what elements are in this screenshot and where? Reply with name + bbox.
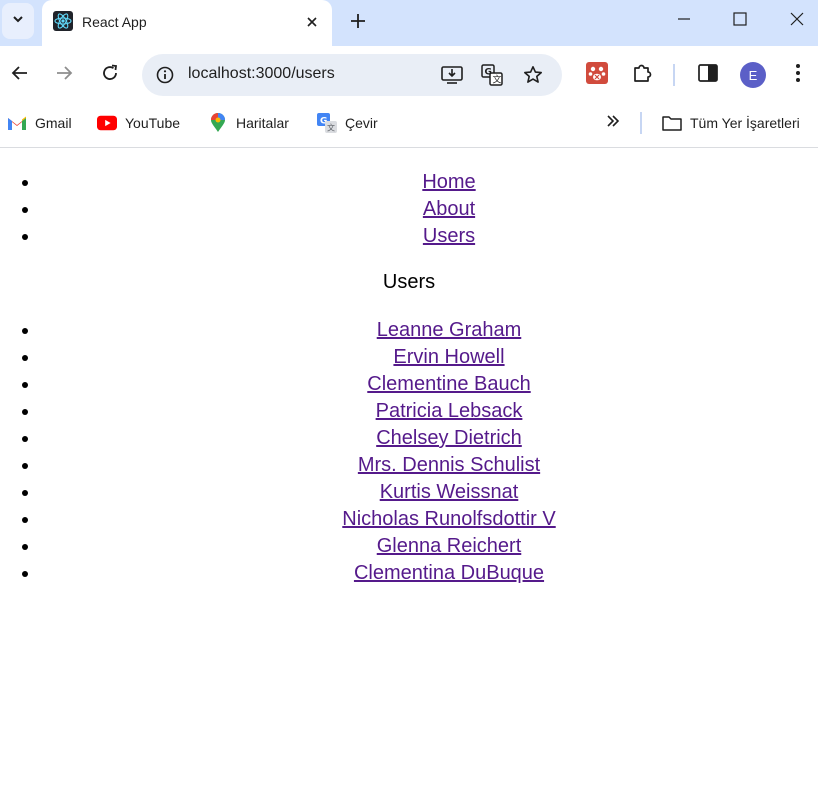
bookmark-youtube[interactable]: YouTube [97, 112, 180, 134]
bookmark-label: Gmail [35, 115, 72, 131]
new-tab-button[interactable] [345, 10, 371, 36]
maximize-button[interactable] [725, 8, 755, 34]
puzzle-piece-icon [631, 62, 653, 89]
user-link[interactable]: Clementine Bauch [367, 373, 530, 395]
site-info-icon[interactable] [152, 62, 178, 88]
extension-button[interactable] [581, 59, 613, 91]
bookmark-haritalar[interactable]: Haritalar [208, 112, 289, 134]
translate-page-icon[interactable]: G文 [480, 63, 504, 87]
bookmark-label: YouTube [125, 115, 181, 131]
user-list: Leanne Graham Ervin Howell Clementine Ba… [0, 317, 818, 587]
list-item: Patricia Lebsack [40, 398, 818, 425]
bookmarks-divider [640, 112, 642, 134]
list-item: Clementina DuBuque [40, 560, 818, 587]
svg-text:文: 文 [493, 74, 502, 86]
arrow-right-icon [55, 64, 73, 87]
list-item: About [40, 196, 818, 223]
page-content: Home About Users Users Leanne Graham Erv… [0, 148, 818, 811]
nav-link-home[interactable]: Home [422, 171, 475, 193]
user-link[interactable]: Clementina DuBuque [354, 562, 544, 584]
user-link[interactable]: Kurtis Weissnat [380, 481, 519, 503]
list-item: Nicholas Runolfsdottir V [40, 506, 818, 533]
list-item: Users [40, 223, 818, 250]
reload-button[interactable] [94, 59, 126, 91]
list-item: Kurtis Weissnat [40, 479, 818, 506]
translate-icon: G文 [317, 113, 337, 133]
window-close-button[interactable] [782, 8, 812, 34]
maps-pin-icon [208, 113, 228, 133]
nav-link-users[interactable]: Users [423, 225, 475, 247]
user-link[interactable]: Glenna Reichert [377, 535, 522, 557]
bookmark-label: Haritalar [236, 115, 289, 131]
user-link[interactable]: Patricia Lebsack [376, 400, 523, 422]
user-link[interactable]: Chelsey Dietrich [376, 427, 522, 449]
close-icon [790, 12, 804, 31]
nav-link-about[interactable]: About [423, 198, 475, 220]
user-link[interactable]: Ervin Howell [393, 346, 504, 368]
list-item: Leanne Graham [40, 317, 818, 344]
tab-strip: React App [0, 0, 818, 46]
side-panel-icon [698, 63, 718, 87]
maximize-icon [733, 11, 747, 31]
user-link[interactable]: Leanne Graham [377, 319, 522, 341]
svg-text:文: 文 [327, 123, 335, 133]
react-logo-icon [53, 11, 73, 31]
tab-title: React App [82, 14, 147, 30]
profile-avatar[interactable]: E [740, 62, 766, 88]
more-bookmarks-button[interactable] [600, 112, 626, 134]
user-link[interactable]: Nicholas Runolfsdottir V [342, 508, 555, 530]
kebab-menu-icon [795, 63, 801, 88]
page-title: Users [382, 271, 436, 293]
list-item: Mrs. Dennis Schulist [40, 452, 818, 479]
toolbar-divider [673, 64, 675, 86]
paw-extension-icon [586, 61, 608, 89]
list-item: Glenna Reichert [40, 533, 818, 560]
close-tab-icon[interactable] [301, 11, 323, 33]
chrome-menu-button[interactable] [782, 59, 814, 91]
back-button[interactable] [4, 59, 36, 91]
bookmark-label: Çevir [345, 115, 378, 131]
active-tab[interactable]: React App [42, 0, 332, 46]
plus-icon [350, 13, 366, 34]
list-item: Clementine Bauch [40, 371, 818, 398]
install-app-icon[interactable] [440, 63, 464, 87]
folder-icon [662, 113, 682, 133]
forward-button[interactable] [48, 59, 80, 91]
all-bookmarks-folder[interactable]: Tüm Yer İşaretleri [662, 112, 800, 134]
bookmark-cevir[interactable]: G文 Çevir [317, 112, 378, 134]
double-chevron-right-icon [606, 114, 620, 132]
list-item: Home [40, 169, 818, 196]
gmail-icon [7, 113, 27, 133]
chevron-down-icon [11, 12, 25, 31]
bookmark-gmail[interactable]: Gmail [7, 112, 72, 134]
address-bar[interactable]: localhost:3000/users G文 [142, 54, 562, 96]
minimize-icon [677, 12, 691, 31]
list-item: Ervin Howell [40, 344, 818, 371]
minimize-button[interactable] [669, 8, 699, 34]
address-url: localhost:3000/users [188, 65, 335, 82]
bookmarks-bar: Gmail YouTube Haritalar G文 Çevir Tüm Yer… [0, 102, 818, 148]
nav-list: Home About Users [0, 169, 818, 250]
bookmark-star-icon[interactable] [521, 63, 545, 87]
youtube-icon [97, 113, 117, 133]
browser-toolbar: localhost:3000/users G文 E [0, 46, 818, 102]
list-item: Chelsey Dietrich [40, 425, 818, 452]
arrow-left-icon [11, 64, 29, 87]
tab-search-button[interactable] [2, 3, 34, 39]
all-bookmarks-label: Tüm Yer İşaretleri [690, 115, 800, 131]
side-panel-button[interactable] [692, 59, 724, 91]
user-link[interactable]: Mrs. Dennis Schulist [358, 454, 540, 476]
extensions-menu-button[interactable] [626, 59, 658, 91]
reload-icon [101, 64, 119, 87]
